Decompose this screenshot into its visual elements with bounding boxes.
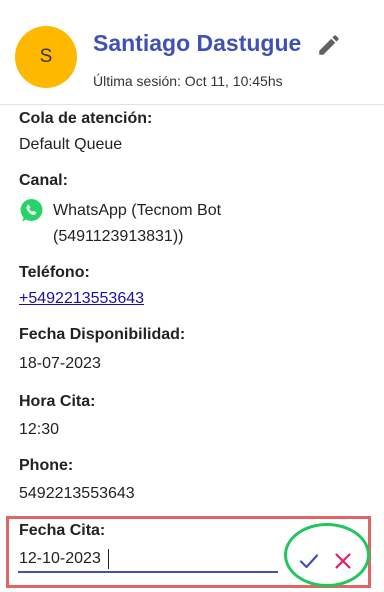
phone-link[interactable]: +5492213553643: [19, 290, 144, 308]
contact-details[interactable]: Cola de atención: Default Queue Canal: W…: [0, 104, 384, 592]
queue-label: Cola de atención:: [19, 110, 153, 127]
channel-label: Canal:: [19, 172, 68, 189]
contact-header: S Santiago Dastugue Última sesión: Oct 1…: [0, 0, 384, 105]
avatar[interactable]: S: [15, 26, 77, 88]
whatsapp-icon: [20, 199, 43, 222]
channel-value-line2: (5491123913831)): [53, 228, 184, 245]
contact-name: Santiago Dastugue: [93, 30, 302, 56]
phone2-label: Phone:: [19, 457, 74, 474]
check-icon[interactable]: [297, 549, 321, 573]
appointment-date-input[interactable]: [18, 547, 278, 573]
phone-label: Teléfono:: [19, 264, 90, 281]
pencil-icon[interactable]: [316, 32, 342, 58]
appointment-date-label: Fecha Cita:: [19, 522, 106, 539]
last-session: Última sesión: Oct 11, 10:45hs: [93, 73, 283, 89]
availability-date-value: 18-07-2023: [19, 355, 101, 372]
text-caret: [108, 549, 109, 569]
channel-value-line1: WhatsApp (Tecnom Bot: [53, 202, 222, 219]
avatar-initial: S: [39, 46, 53, 67]
queue-value: Default Queue: [19, 136, 123, 153]
phone2-value: 5492213553643: [19, 485, 135, 502]
close-icon[interactable]: [331, 549, 355, 573]
availability-date-label: Fecha Disponibilidad:: [19, 326, 186, 343]
appointment-time-label: Hora Cita:: [19, 393, 96, 410]
appointment-time-value: 12:30: [19, 421, 60, 438]
